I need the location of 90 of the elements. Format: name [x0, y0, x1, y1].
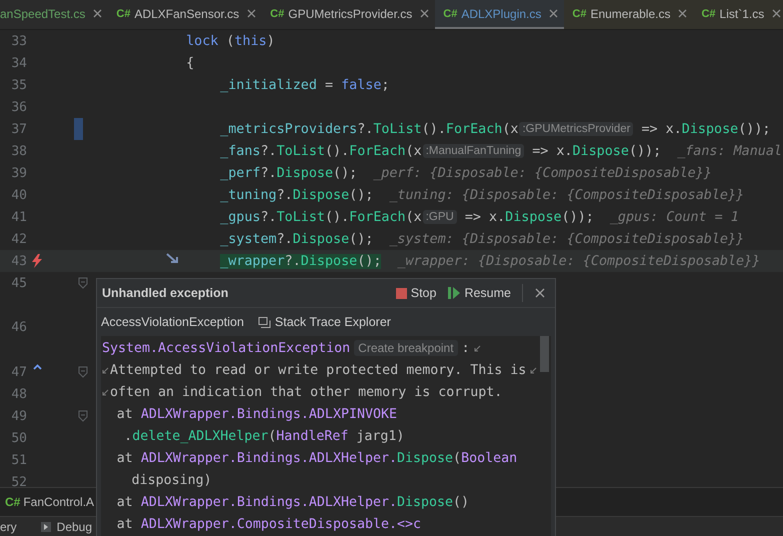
resume-button[interactable]: Resume	[443, 284, 516, 302]
debug-value: _fans: Manual	[677, 144, 782, 158]
debug-value: _system: {Disposable: {CompositeDisposable}}	[389, 232, 744, 246]
debug-value: _perf: {Disposable: {CompositeDisposable}}	[373, 166, 712, 180]
stack-trace-explorer-button[interactable]: Stack Trace Explorer	[258, 315, 391, 329]
line-number: 52	[10, 474, 27, 487]
stop-icon	[396, 288, 407, 298]
arrow-icon[interactable]	[166, 253, 179, 265]
code-text: at ADLXWrapper.Bindings.ADLXHelper.Dispose(Boolean	[116, 450, 518, 466]
csharp-file-icon: C#	[701, 8, 716, 20]
debug-value: _tuning: {Disposable: {CompositeDisposable}}	[389, 188, 744, 202]
close-icon[interactable]	[549, 9, 558, 18]
csharp-file-icon: C#	[443, 8, 458, 20]
exception-type: AccessViolationException	[101, 315, 244, 329]
line-number: 47	[10, 364, 27, 380]
type-hint: :GPUMetricsProvider	[519, 122, 634, 136]
debug-value: _gpus: Count = 1	[610, 210, 739, 224]
code-text: often an indication that other memory is corrupt.	[110, 384, 502, 400]
line-number: 43	[10, 254, 27, 268]
debug-tab-icon	[40, 522, 51, 532]
code-text: _metricsProviders?.ToList().ForEach(x	[220, 122, 518, 136]
type-hint: :GPU	[422, 210, 457, 224]
project-item[interactable]: FanControl.A	[23, 495, 94, 509]
toolbar-tab[interactable]: ery	[0, 520, 17, 534]
scrollbar-thumb[interactable]	[540, 336, 549, 372]
code-text: _fans?.ToList().ForEach(x	[220, 144, 422, 158]
code-text: lock (this)	[186, 34, 275, 48]
csharp-file-icon: C#	[572, 8, 586, 20]
code-text: => x.Dispose());	[532, 144, 662, 158]
line-number: 45	[10, 276, 27, 290]
code-text: at ADLXWrapper.Bindings.ADLXPINVOKE	[116, 406, 397, 422]
csharp-project-icon: C#	[5, 495, 20, 509]
toolbar-tab[interactable]: Debug	[56, 520, 92, 534]
csharp-file-icon: C#	[270, 8, 284, 20]
editor-tab[interactable]: C# List`1.cs	[693, 0, 783, 29]
code-text: :	[462, 340, 470, 356]
editor-tab[interactable]: C# GPUMetricsProvider.cs	[262, 0, 436, 29]
up-caret-icon[interactable]	[32, 364, 42, 370]
code-text: _wrapper?.Dispose();	[220, 254, 382, 268]
close-icon[interactable]	[93, 9, 102, 18]
code-text: System.AccessViolationException	[102, 340, 350, 356]
code-text: _initialized = false;	[220, 78, 390, 92]
line-number: 49	[10, 408, 27, 424]
line-number: 33	[10, 34, 27, 48]
lightning-icon[interactable]	[31, 254, 43, 268]
close-icon[interactable]	[420, 9, 430, 18]
fold-icon[interactable]	[78, 277, 88, 289]
code-text: Attempted to read or write protected memory. This is	[110, 362, 526, 378]
code-text: _system?.Dispose();	[220, 232, 374, 246]
resume-icon	[448, 287, 460, 299]
csharp-file-icon: C#	[116, 8, 130, 20]
line-number: 42	[10, 232, 27, 246]
line-number: 46	[10, 320, 27, 334]
fold-icon[interactable]	[78, 410, 88, 422]
line-number: 51	[10, 452, 27, 468]
code-text: {	[186, 56, 194, 70]
code-text: at ADLXWrapper.Bindings.ADLXHelper.Dispose()	[116, 494, 470, 510]
line-number: 37	[10, 122, 27, 136]
editor-tab[interactable]: anSpeedTest.cs	[0, 0, 108, 29]
line-number: 39	[10, 166, 27, 180]
code-text: => x.Dispose());	[641, 122, 770, 136]
debug-value: _wrapper: {Disposable: {CompositeDisposable}}	[397, 254, 760, 268]
close-icon[interactable]	[535, 288, 545, 298]
code-text: disposing)	[132, 472, 212, 488]
fold-icon[interactable]	[78, 366, 88, 378]
line-number: 40	[10, 188, 27, 202]
line-number: 41	[10, 210, 27, 224]
code-text: _perf?.Dispose();	[220, 166, 358, 180]
close-icon[interactable]	[247, 9, 256, 18]
stacked-windows-icon	[258, 316, 271, 328]
code-text: => x.Dispose());	[464, 210, 594, 224]
editor-tab[interactable]: C# ADLXPlugin.cs	[435, 0, 564, 29]
code-text: at ADLXWrapper.CompositeDisposable.<>c	[116, 516, 422, 532]
popup-title: Unhandled exception	[102, 286, 230, 300]
code-text: _gpus?.ToList().ForEach(x	[220, 210, 422, 224]
code-text: .delete_ADLXHelper(HandleRef jarg1)	[124, 428, 404, 444]
line-number: 35	[10, 78, 27, 92]
close-icon[interactable]	[772, 9, 782, 18]
stop-button[interactable]: Stop	[390, 284, 442, 302]
line-number: 34	[10, 56, 27, 70]
line-number: 38	[10, 144, 27, 158]
line-number: 50	[10, 430, 27, 446]
editor-tab[interactable]: C# Enumerable.cs	[564, 0, 694, 29]
code-text: _tuning?.Dispose();	[220, 188, 374, 202]
line-number: 48	[10, 386, 27, 402]
type-hint: :ManualFanTuning	[422, 144, 524, 158]
close-icon[interactable]	[678, 9, 688, 18]
line-number: 36	[10, 100, 27, 114]
editor-tab[interactable]: C# ADLXFanSensor.cs	[108, 0, 262, 29]
create-breakpoint-button[interactable]: Create breakpoint	[354, 340, 458, 356]
